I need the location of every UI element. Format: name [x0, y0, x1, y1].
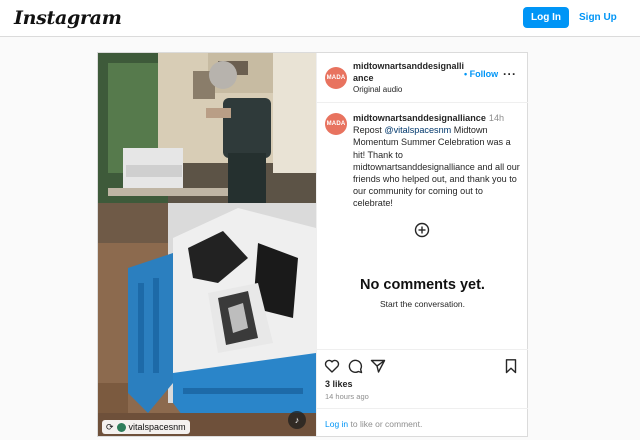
video-frame [98, 53, 316, 436]
divider [317, 349, 528, 350]
post-sidebar: MADA midtownartsanddesignalliance Origin… [316, 53, 528, 436]
no-comments-subtitle: Start the conversation. [379, 299, 466, 309]
signup-link[interactable]: Sign Up [579, 12, 617, 23]
caption-mention[interactable]: @vitalspacesnm [384, 125, 451, 135]
post-header: MADA midtownartsanddesignalliance Origin… [317, 53, 528, 103]
repost-handle: vitalspacesnm [128, 422, 186, 432]
repost-avatar [116, 422, 126, 432]
plus-circle-icon[interactable] [414, 222, 430, 238]
bookmark-icon[interactable] [503, 358, 519, 374]
caption-time: 14h [488, 113, 505, 123]
more-icon[interactable]: ··· [503, 67, 517, 81]
follow-label: Follow [469, 69, 499, 79]
repost-icon: ⟳ [106, 421, 114, 432]
top-nav-bar: Instagram Log In Sign Up [0, 0, 640, 37]
login-prompt: Log in to like or comment. [325, 419, 422, 429]
mute-icon[interactable]: ♪ [288, 411, 306, 429]
instagram-logo[interactable]: Instagram [14, 7, 122, 29]
login-link[interactable]: Log in [325, 419, 348, 429]
share-icon[interactable] [370, 358, 386, 374]
login-button[interactable]: Log In [523, 7, 569, 28]
post-caption: midtownartsanddesignalliance 14h Repost @… [353, 112, 523, 210]
repost-attribution[interactable]: ⟳ vitalspacesnm [102, 420, 190, 434]
comment-icon[interactable] [347, 358, 363, 374]
heart-icon[interactable] [324, 358, 340, 374]
login-prompt-text: to like or comment. [350, 419, 423, 429]
post-video[interactable]: ⟳ vitalspacesnm ♪ [98, 53, 316, 436]
caption-prefix: Repost [353, 125, 382, 136]
author-username[interactable]: midtownartsanddesignalliance [353, 60, 465, 84]
like-count[interactable]: 3 likes [325, 379, 353, 389]
audio-label[interactable]: Original audio [353, 85, 402, 94]
follow-button[interactable]: • Follow [464, 69, 498, 79]
caption-text: Midtown Momentum Summer Celebration was … [353, 125, 520, 209]
caption-avatar[interactable]: MADA [325, 113, 347, 135]
divider [317, 408, 528, 409]
no-comments-title: No comments yet. [360, 277, 485, 293]
post-card: ⟳ vitalspacesnm ♪ MADA midtownartsanddes… [97, 52, 528, 437]
author-avatar[interactable]: MADA [325, 67, 347, 89]
post-timestamp: 14 hours ago [325, 392, 369, 401]
caption-username[interactable]: midtownartsanddesignalliance [353, 113, 486, 123]
